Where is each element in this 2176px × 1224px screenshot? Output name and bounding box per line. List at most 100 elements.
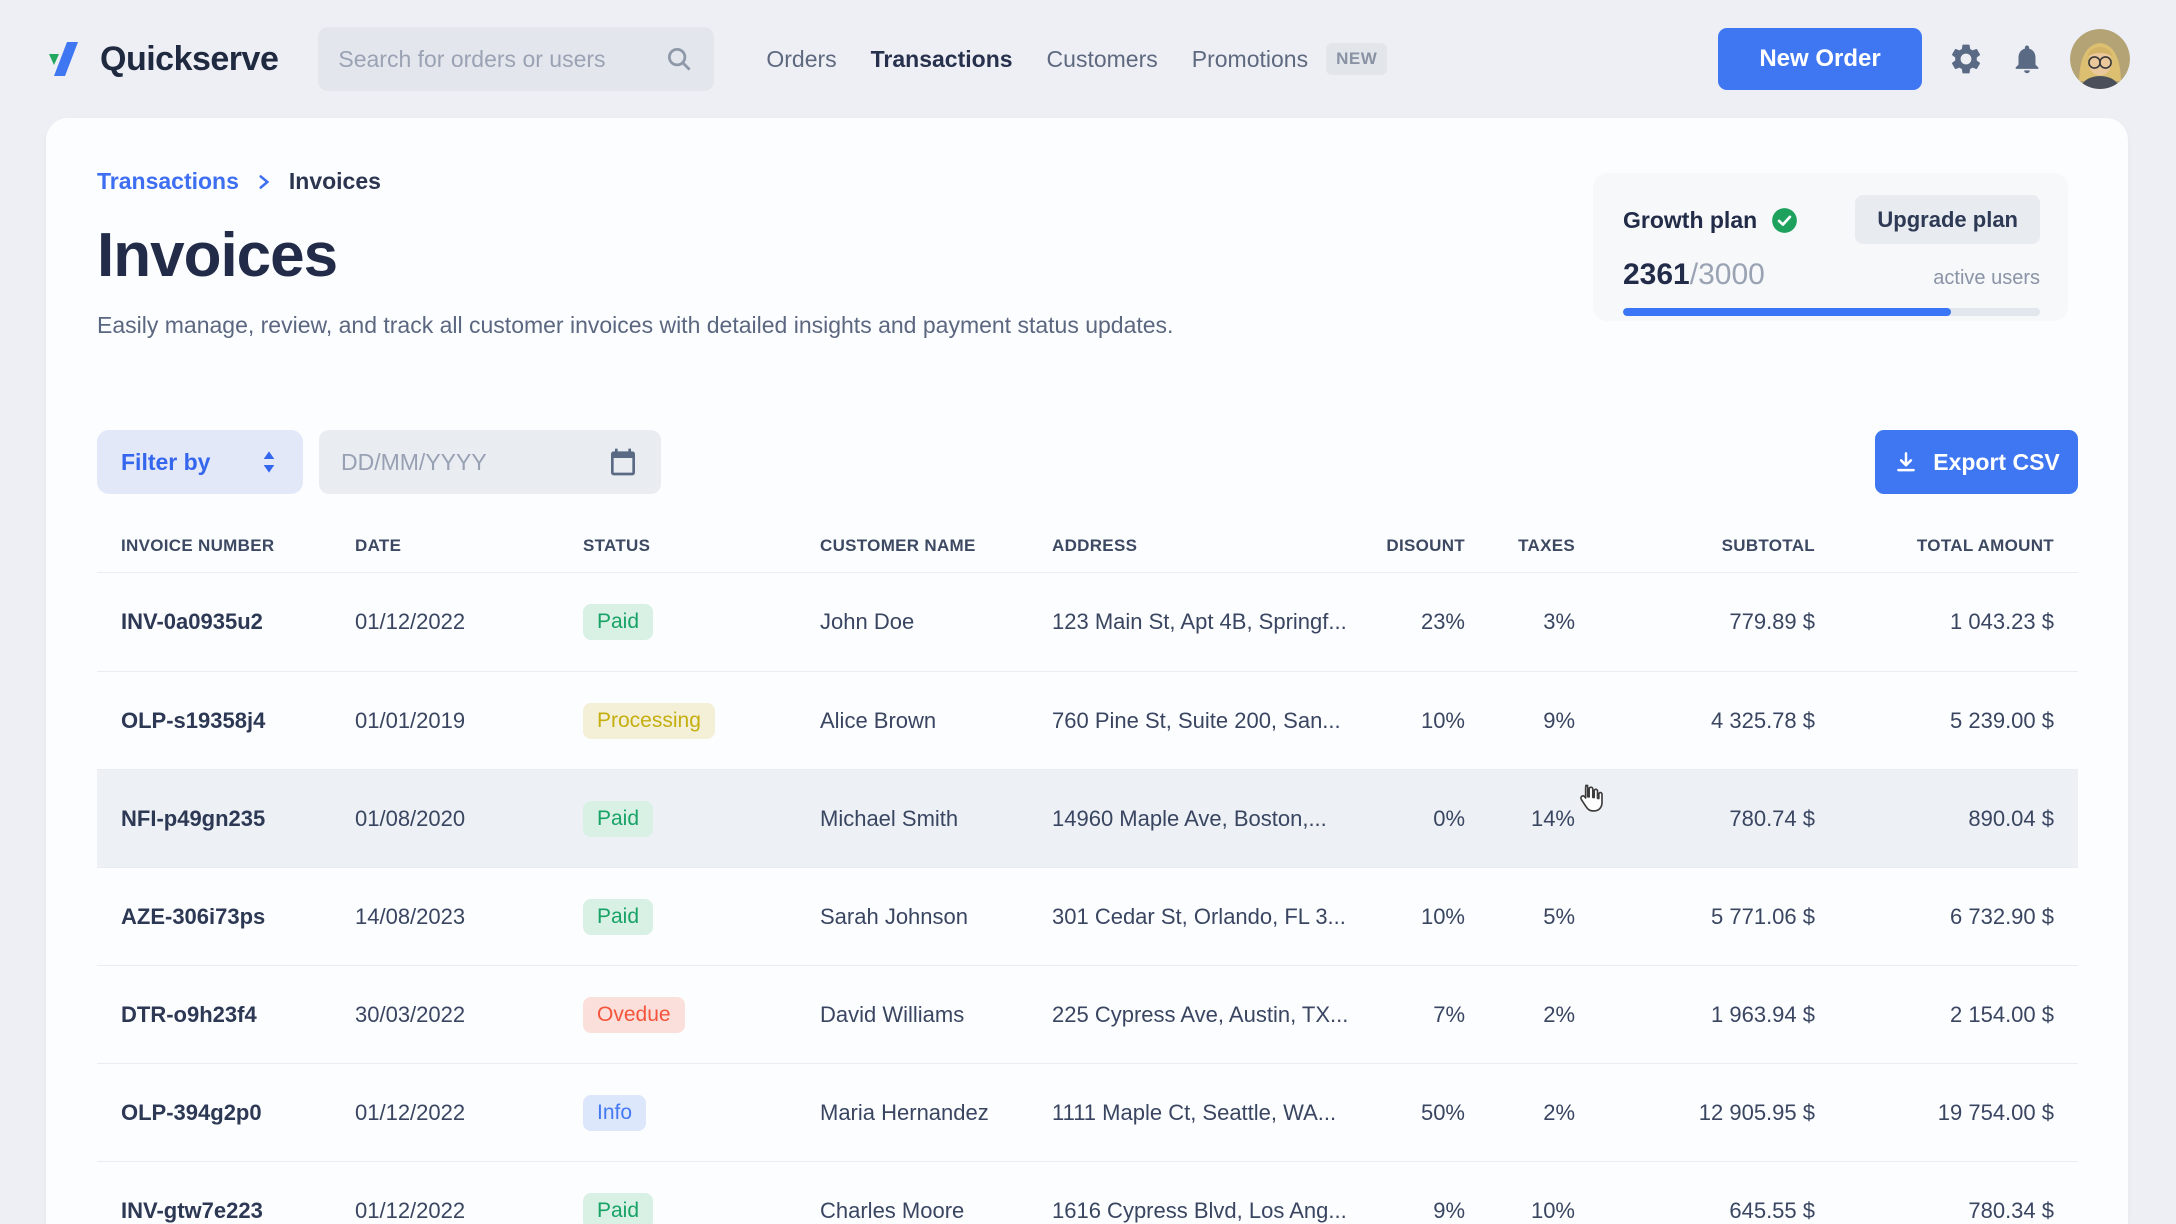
search-box[interactable]	[318, 27, 714, 91]
cell-customer-name: David Williams	[800, 1002, 1032, 1028]
nav-promotions[interactable]: Promotions	[1192, 46, 1308, 73]
invoices-table: INVOICE NUMBER DATE STATUS CUSTOMER NAME…	[97, 520, 2078, 1224]
export-csv-button[interactable]: Export CSV	[1875, 430, 2078, 494]
cell-date: 01/01/2019	[335, 708, 563, 734]
status-badge: Ovedue	[583, 997, 685, 1033]
cell-invoice-number: AZE-306i73ps	[97, 904, 335, 930]
cell-customer-name: John Doe	[800, 609, 1032, 635]
status-badge: Processing	[583, 703, 715, 739]
plan-caption: active users	[1933, 267, 2040, 290]
cell-discount: 7%	[1365, 1002, 1465, 1028]
nav-transactions[interactable]: Transactions	[871, 46, 1013, 73]
cell-taxes: 10%	[1465, 1198, 1575, 1224]
cell-taxes: 14%	[1465, 806, 1575, 832]
user-avatar[interactable]	[2070, 29, 2130, 89]
plan-active-users-count: 2361	[1623, 258, 1690, 292]
table-row[interactable]: INV-0a0935u2 01/12/2022 Paid John Doe 12…	[97, 573, 2078, 671]
cell-invoice-number: OLP-394g2p0	[97, 1100, 335, 1126]
cell-total-amount: 890.04 $	[1815, 806, 2078, 832]
table-row[interactable]: OLP-394g2p0 01/12/2022 Info Maria Hernan…	[97, 1063, 2078, 1161]
cell-discount: 9%	[1365, 1198, 1465, 1224]
plan-name: Growth plan	[1623, 207, 1757, 234]
cell-taxes: 2%	[1465, 1100, 1575, 1126]
cell-address: 1616 Cypress Blvd, Los Ang...	[1032, 1198, 1365, 1224]
cell-date: 01/12/2022	[335, 609, 563, 635]
cell-customer-name: Maria Hernandez	[800, 1100, 1032, 1126]
quickserve-logo-icon	[46, 39, 86, 79]
cell-subtotal: 12 905.95 $	[1575, 1100, 1815, 1126]
nav-orders[interactable]: Orders	[766, 46, 836, 73]
search-input[interactable]	[338, 46, 664, 73]
brand-logo[interactable]: Quickserve	[46, 39, 278, 79]
upgrade-plan-button[interactable]: Upgrade plan	[1855, 195, 2040, 244]
page-subtitle: Easily manage, review, and track all cus…	[97, 312, 1173, 339]
col-taxes: TAXES	[1465, 536, 1575, 556]
cell-invoice-number: INV-0a0935u2	[97, 609, 335, 635]
cell-customer-name: Alice Brown	[800, 708, 1032, 734]
cell-discount: 23%	[1365, 609, 1465, 635]
check-circle-icon	[1771, 207, 1798, 234]
nav-customers[interactable]: Customers	[1047, 46, 1158, 73]
table-row[interactable]: DTR-o9h23f4 30/03/2022 Ovedue David Will…	[97, 965, 2078, 1063]
breadcrumb-transactions-link[interactable]: Transactions	[97, 168, 239, 195]
calendar-icon	[607, 446, 639, 478]
status-badge: Paid	[583, 801, 653, 837]
date-filter-field[interactable]	[319, 430, 661, 494]
bell-icon	[2010, 42, 2044, 76]
main-nav: Orders Transactions Customers Promotions…	[766, 43, 1387, 75]
cell-address: 123 Main St, Apt 4B, Springf...	[1032, 609, 1365, 635]
cell-total-amount: 19 754.00 $	[1815, 1100, 2078, 1126]
col-address: ADDRESS	[1032, 536, 1365, 556]
cell-subtotal: 779.89 $	[1575, 609, 1815, 635]
cell-address: 14960 Maple Ave, Boston,...	[1032, 806, 1365, 832]
table-row[interactable]: AZE-306i73ps 14/08/2023 Paid Sarah Johns…	[97, 867, 2078, 965]
cell-subtotal: 5 771.06 $	[1575, 904, 1815, 930]
table-header-row: INVOICE NUMBER DATE STATUS CUSTOMER NAME…	[97, 520, 2078, 573]
new-badge: NEW	[1326, 43, 1387, 75]
date-input[interactable]	[341, 449, 607, 476]
notifications-button[interactable]	[2010, 42, 2044, 76]
cell-total-amount: 5 239.00 $	[1815, 708, 2078, 734]
cell-discount: 10%	[1365, 708, 1465, 734]
col-status: STATUS	[563, 536, 800, 556]
topbar: Quickserve Orders Transactions Customers…	[0, 0, 2176, 118]
plan-user-limit: /3000	[1690, 258, 1765, 292]
status-badge: Paid	[583, 899, 653, 935]
search-icon	[664, 44, 694, 74]
cell-subtotal: 645.55 $	[1575, 1198, 1815, 1224]
breadcrumb: Transactions Invoices	[97, 168, 381, 195]
new-order-button[interactable]: New Order	[1718, 28, 1922, 90]
cell-taxes: 2%	[1465, 1002, 1575, 1028]
cell-total-amount: 2 154.00 $	[1815, 1002, 2078, 1028]
cell-taxes: 3%	[1465, 609, 1575, 635]
cell-address: 225 Cypress Ave, Austin, TX...	[1032, 1002, 1365, 1028]
table-row[interactable]: INV-gtw7e223 01/12/2022 Paid Charles Moo…	[97, 1161, 2078, 1224]
cell-customer-name: Charles Moore	[800, 1198, 1032, 1224]
filter-by-button[interactable]: Filter by	[97, 430, 303, 494]
sort-arrows-icon	[259, 449, 279, 475]
cell-total-amount: 6 732.90 $	[1815, 904, 2078, 930]
table-body: INV-0a0935u2 01/12/2022 Paid John Doe 12…	[97, 573, 2078, 1224]
cell-invoice-number: OLP-s19358j4	[97, 708, 335, 734]
cell-discount: 50%	[1365, 1100, 1465, 1126]
plan-panel: Growth plan Upgrade plan 2361 /3000 acti…	[1593, 173, 2068, 321]
cell-invoice-number: NFI-p49gn235	[97, 806, 335, 832]
cell-subtotal: 4 325.78 $	[1575, 708, 1815, 734]
settings-button[interactable]	[1948, 41, 1984, 77]
cell-invoice-number: DTR-o9h23f4	[97, 1002, 335, 1028]
cell-invoice-number: INV-gtw7e223	[97, 1198, 335, 1224]
download-icon	[1893, 449, 1919, 475]
table-row[interactable]: NFI-p49gn235 01/08/2020 Paid Michael Smi…	[97, 769, 2078, 867]
table-row[interactable]: OLP-s19358j4 01/01/2019 Processing Alice…	[97, 671, 2078, 769]
col-discount: DISOUNT	[1365, 536, 1465, 556]
cell-total-amount: 780.34 $	[1815, 1198, 2078, 1224]
page-title: Invoices	[97, 220, 337, 291]
cell-discount: 0%	[1365, 806, 1465, 832]
cell-total-amount: 1 043.23 $	[1815, 609, 2078, 635]
col-total-amount: TOTAL AMOUNT	[1815, 536, 2078, 556]
cell-customer-name: Sarah Johnson	[800, 904, 1032, 930]
status-badge: Paid	[583, 1193, 653, 1224]
status-badge: Paid	[583, 604, 653, 640]
invoices-card: Transactions Invoices Invoices Easily ma…	[46, 118, 2128, 1224]
cell-taxes: 5%	[1465, 904, 1575, 930]
